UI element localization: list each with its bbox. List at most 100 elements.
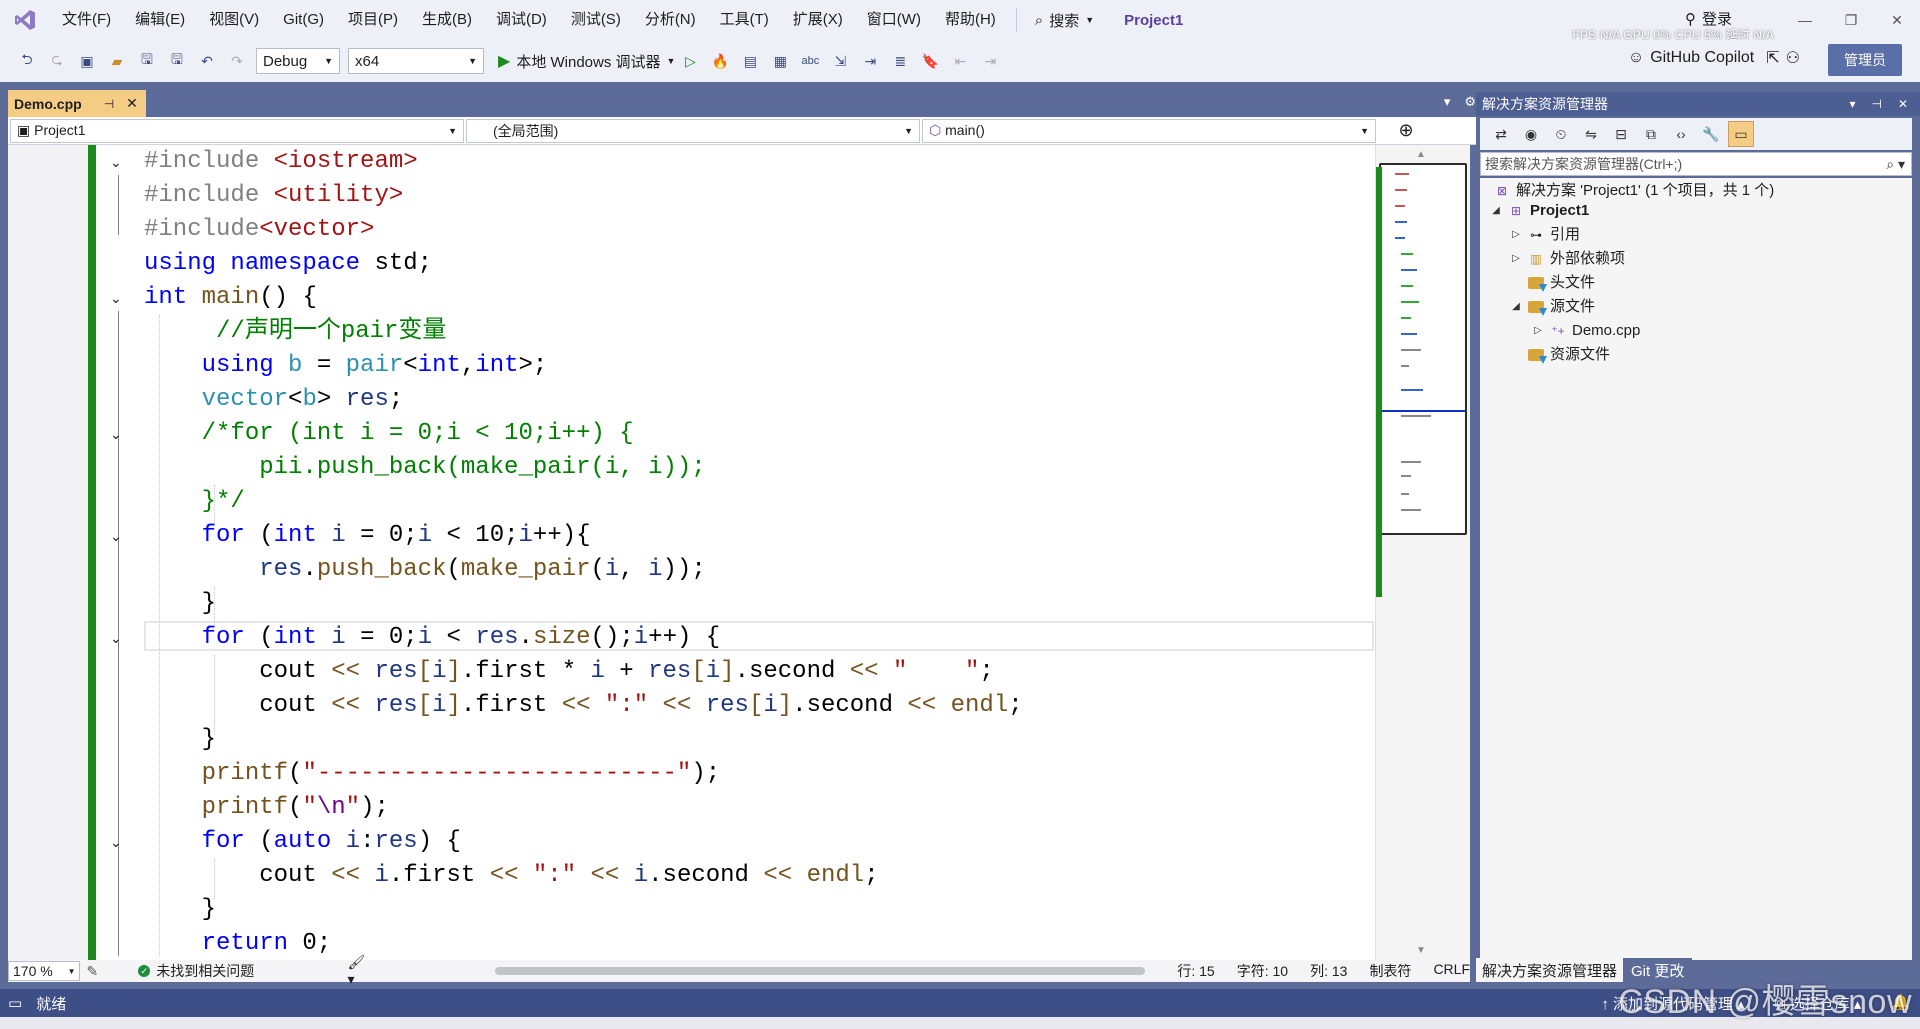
issues-indicator[interactable]: ✓ 未找到相关问题 (138, 961, 327, 981)
collapsed-arrow-icon[interactable]: ▷ (1532, 320, 1544, 342)
vertical-scrollbar-map[interactable]: ▲ ▼ (1375, 145, 1470, 960)
open-folder-icon[interactable]: ▰ (104, 48, 130, 74)
bookmark-icon[interactable]: 🔖 (917, 48, 943, 74)
menu-build[interactable]: 生成(B) (410, 0, 484, 40)
menu-test[interactable]: 测试(S) (559, 0, 633, 40)
code-text[interactable]: #include <iostream> #include <utility> #… (144, 145, 1023, 960)
tree-item-headers[interactable]: 头文件 (1528, 272, 1595, 294)
back-icon[interactable]: ⮌ (14, 48, 40, 74)
redo-icon[interactable]: ↷ (224, 48, 250, 74)
bookmark-next-icon[interactable]: ⇥ (977, 48, 1003, 74)
undo-icon[interactable]: ↶ (194, 48, 220, 74)
tree-item-sources[interactable]: ◢ 源文件 (1510, 296, 1595, 318)
close-icon[interactable]: ✕ (1898, 97, 1908, 111)
line-ending-indicator[interactable]: CRLF (1433, 961, 1470, 981)
start-without-debugging-icon[interactable]: ▷ (677, 48, 703, 74)
tree-item-external-deps[interactable]: ▷ ▥ 外部依赖项 (1510, 248, 1625, 270)
menu-project[interactable]: 项目(P) (336, 0, 410, 40)
spell-check-icon[interactable]: abc (797, 48, 823, 74)
scroll-up-icon[interactable]: ▲ (1416, 149, 1426, 160)
pin-icon[interactable]: ⊣ (1871, 97, 1881, 111)
comment-icon[interactable]: ≣ (887, 48, 913, 74)
scroll-down-icon[interactable]: ▼ (1416, 945, 1426, 956)
menu-tools[interactable]: 工具(T) (708, 0, 781, 40)
browse-icon[interactable]: ▤ (737, 48, 763, 74)
start-debugging-button[interactable]: ▶ 本地 Windows 调试器 ▼ (498, 51, 675, 72)
restore-button[interactable]: ❐ (1828, 0, 1874, 40)
bookmark-prev-icon[interactable]: ⇤ (947, 48, 973, 74)
wrench-icon[interactable]: 🔧 (1698, 121, 1724, 147)
step-icon[interactable]: ⇲ (827, 48, 853, 74)
collapse-chevron-icon[interactable]: ⌄ (110, 631, 124, 645)
tab-solution-explorer[interactable]: 解决方案资源管理器 (1476, 958, 1624, 982)
menu-debug[interactable]: 调试(D) (484, 0, 559, 40)
sync-icon[interactable]: ◉ (1518, 121, 1544, 147)
split-editor-icon[interactable]: ⊕ (1376, 120, 1436, 141)
admin-badge[interactable]: 管理员 (1828, 44, 1902, 76)
preview-icon[interactable]: ▭ (1728, 121, 1754, 147)
visual-studio-logo-icon[interactable] (0, 0, 50, 40)
expanded-arrow-icon[interactable]: ◢ (1490, 200, 1502, 222)
collapsed-arrow-icon[interactable]: ▷ (1510, 248, 1522, 270)
layout-icon[interactable]: ▦ (767, 48, 793, 74)
save-all-icon[interactable]: 🖫 (164, 48, 190, 74)
code-health-icon[interactable]: ✎ (86, 963, 98, 980)
solution-search-input[interactable]: 搜索解决方案资源管理器(Ctrl+;) ⌕ ▾ (1480, 152, 1912, 176)
chevron-down-icon[interactable]: ▾ (1849, 97, 1855, 111)
menu-view[interactable]: 视图(V) (197, 0, 271, 40)
indent-icon[interactable]: ⇥ (857, 48, 883, 74)
menu-analyze[interactable]: 分析(N) (633, 0, 708, 40)
collapse-chevron-icon[interactable]: ⌄ (110, 835, 124, 849)
tree-item-demo-cpp[interactable]: ▷ ⁺+ Demo.cpp (1532, 320, 1640, 342)
show-all-files-icon[interactable]: ⧉ (1638, 121, 1664, 147)
tab-demo-cpp[interactable]: Demo.cpp ⊣ ✕ (8, 90, 146, 117)
code-view-icon[interactable]: ‹› (1668, 121, 1694, 147)
forward-icon[interactable]: ⮎ (44, 48, 70, 74)
pin-icon[interactable]: ⊣ (104, 97, 114, 111)
zoom-select[interactable]: 170 % ▼ (8, 961, 81, 981)
menu-help[interactable]: 帮助(H) (933, 0, 1008, 40)
tree-item-resources[interactable]: 资源文件 (1528, 344, 1610, 366)
code-editor[interactable]: ⌄ ⌄ ⌄ ⌄ ⌄ ⌄ #include <iostream> #include… (8, 145, 1375, 960)
chevron-down-icon[interactable]: ▾ (1444, 94, 1451, 110)
menu-edit[interactable]: 编辑(E) (123, 0, 197, 40)
refresh-icon[interactable]: ⇋ (1578, 121, 1604, 147)
switch-views-icon[interactable]: ⇄ (1488, 121, 1514, 147)
menu-file[interactable]: 文件(F) (50, 0, 123, 40)
tree-item-solution[interactable]: ⊠ 解决方案 'Project1' (1 个项目，共 1 个) (1494, 180, 1774, 202)
tab-mode-indicator[interactable]: 制表符 (1369, 961, 1411, 981)
scroll-thumb[interactable] (494, 967, 1145, 975)
expanded-arrow-icon[interactable]: ◢ (1510, 296, 1522, 318)
hot-reload-icon[interactable]: 🔥 (707, 48, 733, 74)
collapse-chevron-icon[interactable]: ⌄ (110, 291, 124, 305)
collapse-all-icon[interactable]: ⊟ (1608, 121, 1634, 147)
pending-changes-icon[interactable]: ⏲ (1548, 121, 1574, 147)
github-copilot-button[interactable]: ☺ GitHub Copilot ⇱ ⚇ (1628, 48, 1800, 68)
platform-select[interactable]: x64 ▼ (348, 48, 484, 74)
configuration-select[interactable]: Debug ▼ (256, 48, 340, 74)
collapse-chevron-icon[interactable]: ⌄ (110, 529, 124, 543)
search-icon[interactable]: ⌕ ▾ (1886, 156, 1911, 173)
save-icon[interactable]: 🖫 (134, 48, 160, 74)
menu-extensions[interactable]: 扩展(X) (781, 0, 855, 40)
menu-window[interactable]: 窗口(W) (855, 0, 933, 40)
tree-item-project[interactable]: ◢ ⊞ Project1 (1490, 200, 1589, 222)
search-button[interactable]: ⌕ 搜索 ▼ (1025, 10, 1104, 31)
new-project-icon[interactable]: ▣ (74, 48, 100, 74)
horizontal-scrollbar[interactable] (475, 966, 1145, 976)
member-dropdown[interactable]: ⬡ main() ▼ (922, 118, 1376, 143)
output-window-icon[interactable]: ▭ (8, 994, 22, 1012)
gear-icon[interactable]: ⚙ (1464, 94, 1476, 110)
minimize-button[interactable]: — (1782, 0, 1828, 40)
menu-git[interactable]: Git(G) (271, 0, 336, 40)
close-icon[interactable]: ✕ (126, 95, 138, 112)
collapse-chevron-icon[interactable]: ⌄ (110, 155, 124, 169)
scope-dropdown[interactable]: (全局范围) ▼ (466, 118, 920, 143)
project-dropdown[interactable]: ▣ Project1 ▼ (10, 118, 464, 143)
collapse-chevron-icon[interactable]: ⌄ (110, 427, 124, 441)
tree-item-references[interactable]: ▷ ⊶ 引用 (1510, 224, 1580, 246)
brush-icon[interactable]: 🖌 ▾ (348, 954, 375, 988)
scroll-map-viewport[interactable] (1379, 163, 1467, 535)
close-window-button[interactable]: ✕ (1874, 0, 1920, 40)
collapsed-arrow-icon[interactable]: ▷ (1510, 224, 1522, 246)
